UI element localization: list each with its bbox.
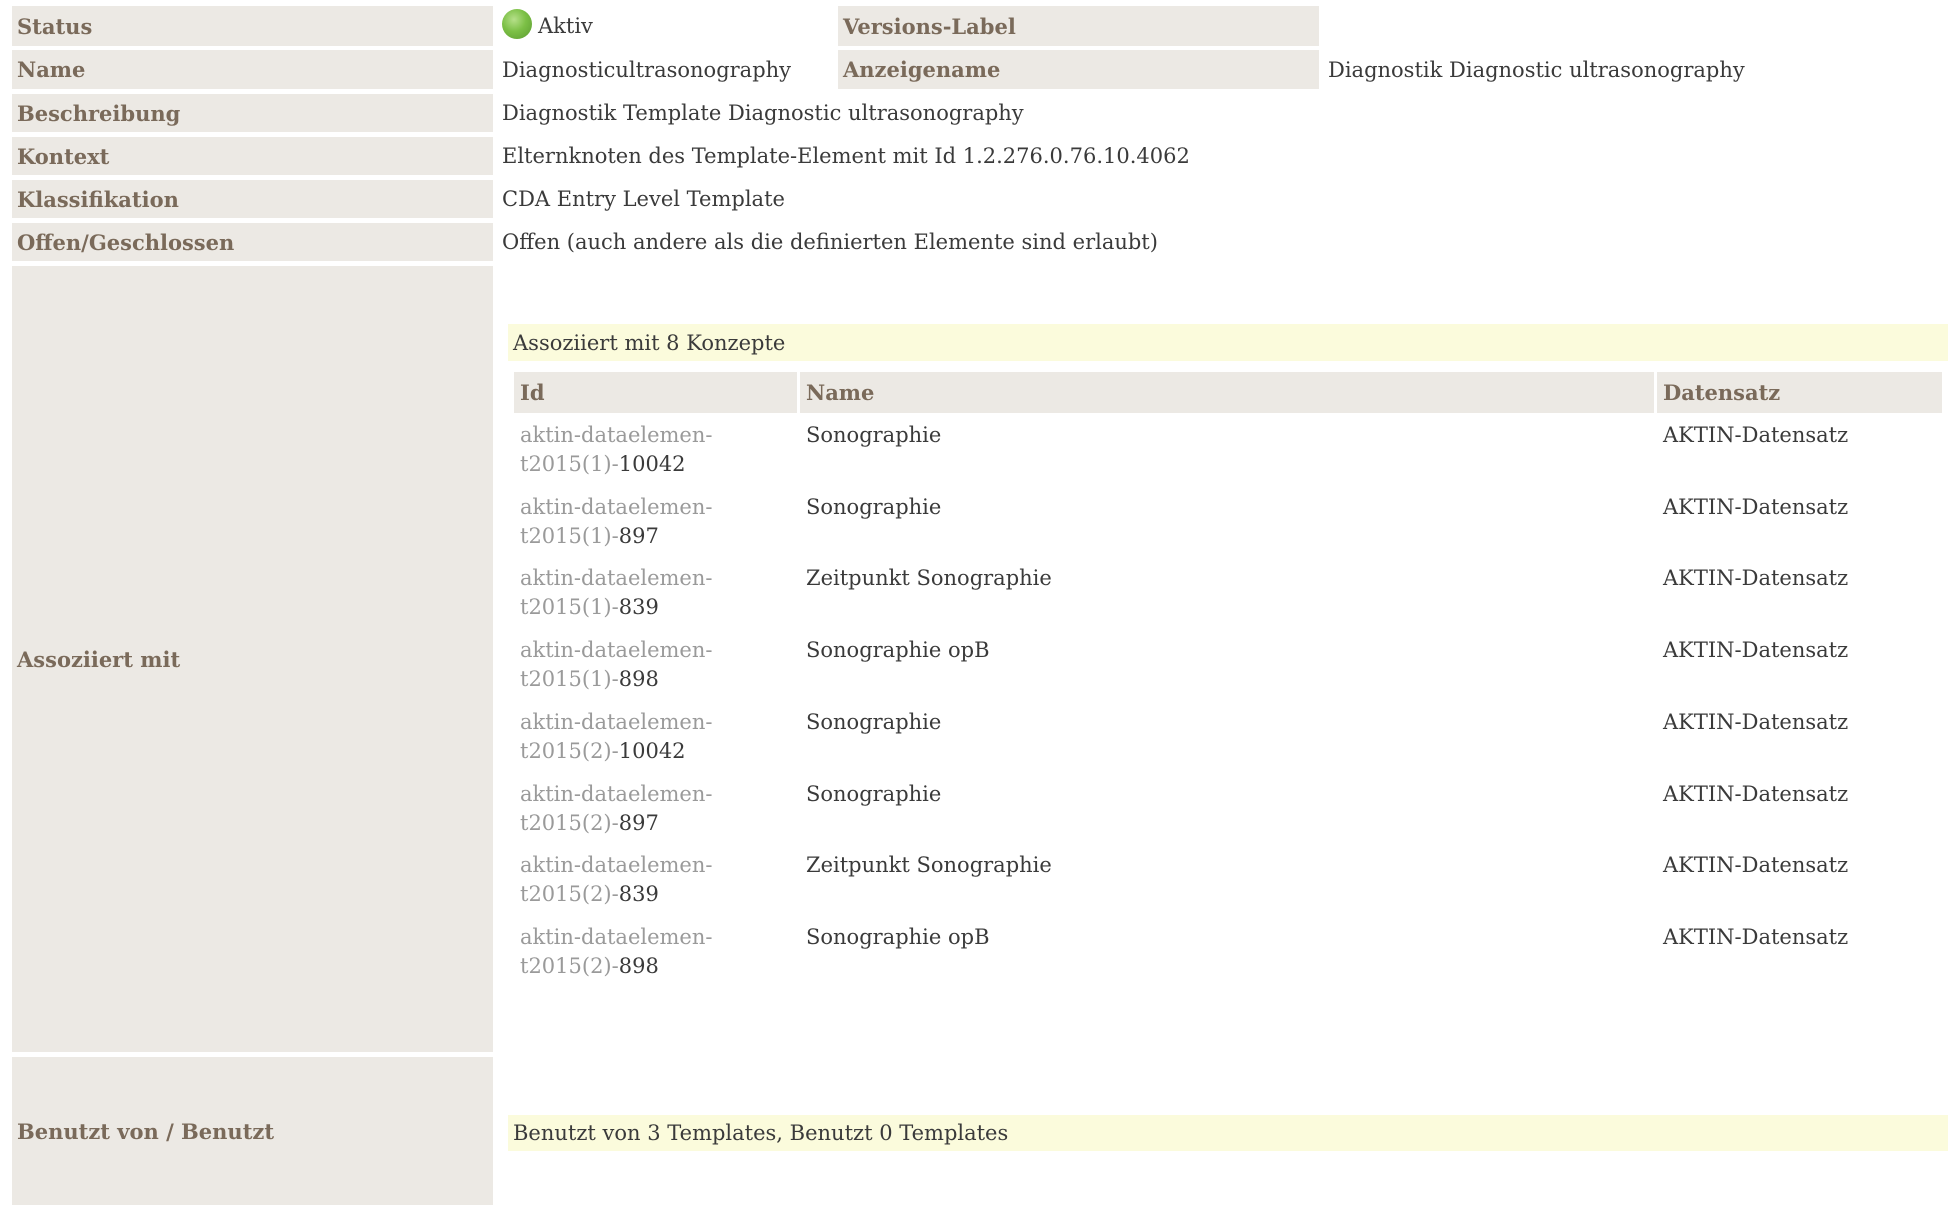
association-id-line1: aktin-dataelemen- [520, 566, 713, 590]
kontext-value: Elternknoten des Template-Element mit Id… [502, 144, 1190, 168]
association-id-number: 10042 [618, 739, 686, 763]
association-id[interactable]: aktin-dataelemen-t2015(2)-839 [520, 851, 712, 909]
versions-label-label: Versions-Label [838, 6, 1319, 46]
association-dataset: AKTIN-Datensatz [1663, 710, 1849, 734]
association-id-number: 897 [618, 811, 659, 835]
association-id-number: 10042 [618, 452, 686, 476]
association-id-number: 898 [618, 954, 659, 978]
association-id-line1: aktin-dataelemen- [520, 710, 713, 734]
benutzt-label: Benutzt von / Benutzt [12, 1057, 493, 1205]
association-id[interactable]: aktin-dataelemen-t2015(1)-897 [520, 493, 712, 551]
associations-header-id: Id [514, 372, 797, 413]
klassifikation-label: Klassifikation [12, 180, 493, 218]
association-dataset: AKTIN-Datensatz [1663, 782, 1849, 806]
anzeigename-value: Diagnostik Diagnostic ultrasonography [1328, 57, 1745, 82]
associations-header-dataset: Datensatz [1657, 372, 1942, 413]
kontext-label: Kontext [12, 137, 493, 175]
association-name: Sonographie opB [806, 638, 990, 662]
association-id-line1: aktin-dataelemen- [520, 495, 713, 519]
association-id-number: 839 [618, 595, 659, 619]
anzeigename-label: Anzeigename [838, 50, 1319, 89]
association-id-prefix: t2015(1)- [520, 452, 619, 476]
association-id-prefix: t2015(1)- [520, 524, 619, 548]
association-dataset: AKTIN-Datensatz [1663, 638, 1849, 662]
association-name: Sonographie [806, 782, 942, 806]
association-id-prefix: t2015(2)- [520, 739, 619, 763]
beschreibung-label: Beschreibung [12, 94, 493, 132]
status-text: Aktiv [538, 14, 593, 38]
offen-geschlossen-label: Offen/Geschlossen [12, 223, 493, 261]
association-id[interactable]: aktin-dataelemen-t2015(2)-10042 [520, 708, 712, 766]
klassifikation-value: CDA Entry Level Template [502, 187, 785, 211]
status-active-icon [502, 9, 532, 39]
association-name: Zeitpunkt Sonographie [806, 853, 1052, 877]
association-id-number: 897 [618, 524, 659, 548]
versions-label-value [1328, 6, 1928, 46]
association-id-line1: aktin-dataelemen- [520, 638, 713, 662]
association-name: Sonographie [806, 495, 942, 519]
association-dataset: AKTIN-Datensatz [1663, 566, 1849, 590]
association-id-prefix: t2015(2)- [520, 954, 619, 978]
association-id[interactable]: aktin-dataelemen-t2015(1)-839 [520, 564, 712, 622]
association-dataset: AKTIN-Datensatz [1663, 495, 1849, 519]
association-id[interactable]: aktin-dataelemen-t2015(2)-898 [520, 923, 712, 981]
association-name: Sonographie opB [806, 925, 990, 949]
association-dataset: AKTIN-Datensatz [1663, 853, 1849, 877]
association-dataset: AKTIN-Datensatz [1663, 423, 1849, 447]
name-value: Diagnosticultrasonography [502, 57, 792, 82]
beschreibung-value: Diagnostik Template Diagnostic ultrasono… [502, 101, 1024, 125]
association-id-prefix: t2015(1)- [520, 595, 619, 619]
association-id-line1: aktin-dataelemen- [520, 423, 713, 447]
association-id-prefix: t2015(2)- [520, 882, 619, 906]
status-label: Status [12, 6, 493, 46]
associations-summary[interactable]: Assoziiert mit 8 Konzepte [508, 324, 1948, 361]
name-label: Name [12, 50, 493, 89]
association-id-line1: aktin-dataelemen- [520, 853, 713, 877]
usage-summary[interactable]: Benutzt von 3 Templates, Benutzt 0 Templ… [508, 1115, 1948, 1151]
association-id-prefix: t2015(2)- [520, 811, 619, 835]
association-name: Sonographie [806, 710, 942, 734]
associations-header-name: Name [800, 372, 1654, 413]
association-id[interactable]: aktin-dataelemen-t2015(1)-898 [520, 636, 712, 694]
offen-geschlossen-value: Offen (auch andere als die definierten E… [502, 230, 1158, 254]
association-name: Sonographie [806, 423, 942, 447]
association-id-line1: aktin-dataelemen- [520, 782, 713, 806]
association-name: Zeitpunkt Sonographie [806, 566, 1052, 590]
association-id[interactable]: aktin-dataelemen-t2015(1)-10042 [520, 421, 712, 479]
association-id-number: 898 [618, 667, 659, 691]
assoziiert-mit-label: Assoziiert mit [12, 266, 493, 1052]
association-id-prefix: t2015(1)- [520, 667, 619, 691]
association-id-line1: aktin-dataelemen- [520, 925, 713, 949]
association-id-number: 839 [618, 882, 659, 906]
status-value: Aktiv [502, 6, 832, 46]
association-dataset: AKTIN-Datensatz [1663, 925, 1849, 949]
association-id[interactable]: aktin-dataelemen-t2015(2)-897 [520, 780, 712, 838]
